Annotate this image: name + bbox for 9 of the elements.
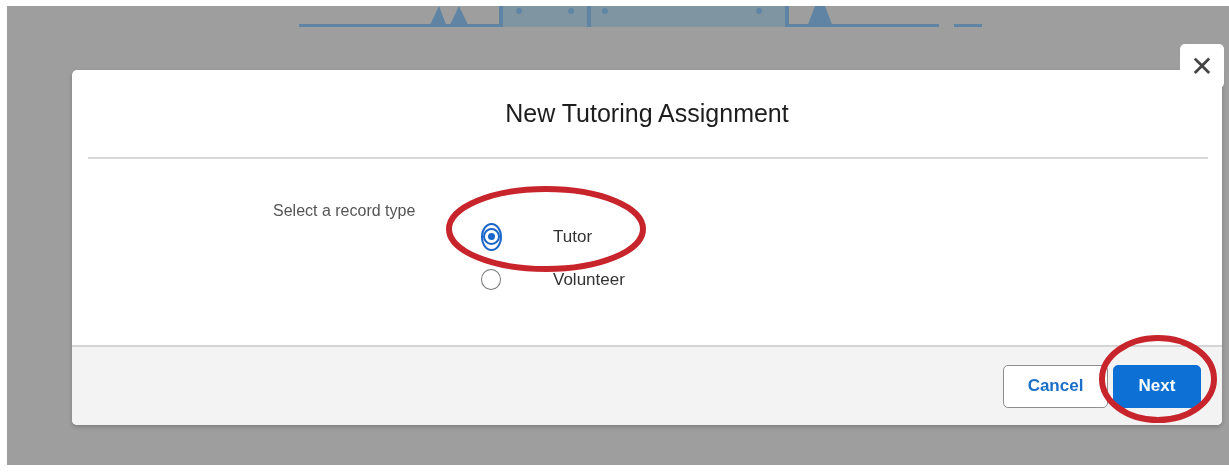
radio-button[interactable]: [480, 222, 502, 251]
radio-label[interactable]: Tutor: [553, 226, 593, 247]
dialog-title: New Tutoring Assignment: [505, 99, 789, 128]
radio-button[interactable]: [481, 269, 501, 290]
cancel-button[interactable]: Cancel: [1003, 364, 1108, 408]
radio-label[interactable]: Volunteer: [553, 269, 625, 290]
next-button[interactable]: Next: [1113, 364, 1201, 408]
field-label: Select a record type: [273, 202, 417, 220]
close-button[interactable]: ✕: [1180, 44, 1224, 88]
